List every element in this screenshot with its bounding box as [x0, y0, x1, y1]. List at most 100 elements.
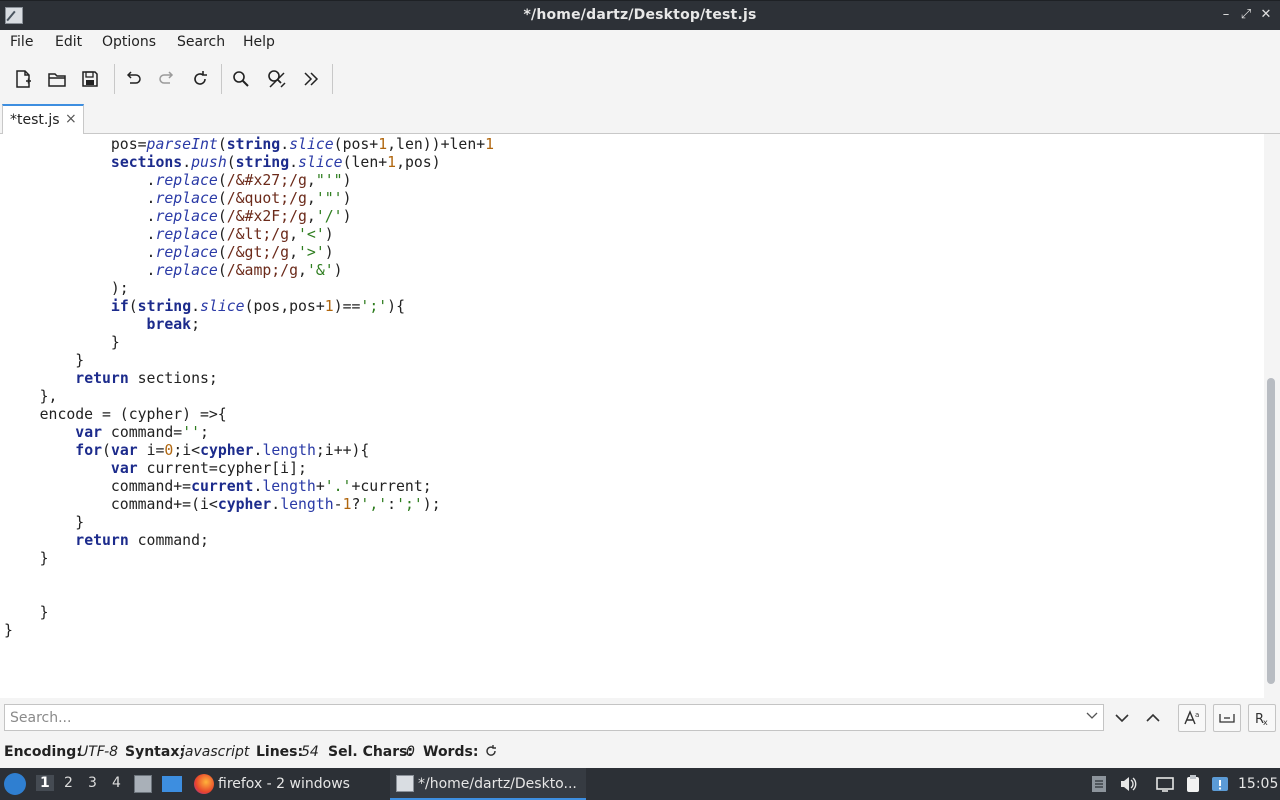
find-replace-icon[interactable] — [264, 66, 290, 92]
vertical-scrollbar[interactable] — [1264, 134, 1280, 698]
code-line[interactable]: if(string.slice(pos,pos+1)==';'){ — [4, 298, 494, 316]
lines-value: 54 — [301, 744, 319, 760]
scrollbar-thumb[interactable] — [1267, 378, 1275, 684]
find-previous-button[interactable] — [1139, 704, 1167, 732]
code-line[interactable] — [4, 568, 494, 586]
code-line[interactable]: } — [4, 352, 494, 370]
code-line[interactable]: break; — [4, 316, 494, 334]
text-editor-icon — [396, 775, 414, 792]
tab-close-icon[interactable]: × — [65, 111, 77, 127]
menu-bar: File Edit Options Search Help — [0, 30, 1280, 56]
regex-icon[interactable]: Rx — [1248, 704, 1276, 732]
notes-icon[interactable] — [1090, 774, 1110, 794]
search-icon[interactable] — [228, 66, 254, 92]
menu-edit[interactable]: Edit — [55, 34, 82, 50]
code-line[interactable]: }, — [4, 388, 494, 406]
code-line[interactable]: } — [4, 622, 494, 640]
task-label: firefox - 2 windows — [218, 776, 350, 792]
tab-label: *test.js — [10, 112, 60, 128]
selchars-label: Sel. Chars: — [328, 744, 414, 760]
code-line[interactable]: } — [4, 334, 494, 352]
window-titlebar[interactable]: */home/dartz/Desktop/test.js – ⤢ ✕ — [0, 0, 1280, 30]
reload-icon[interactable] — [187, 66, 213, 92]
toolbar-separator — [114, 64, 115, 94]
code-line[interactable]: return command; — [4, 532, 494, 550]
search-history-dropdown-icon[interactable] — [1086, 709, 1098, 725]
encoding-value: UTF-8 — [78, 744, 119, 760]
maximize-icon[interactable]: ⤢ — [1238, 6, 1254, 24]
menu-options[interactable]: Options — [102, 34, 156, 50]
lines-label: Lines: — [256, 744, 304, 760]
selchars-value: 0 — [406, 744, 415, 760]
taskbar: 1 2 3 4 firefox - 2 windows */home/dartz… — [0, 768, 1280, 800]
code-line[interactable]: .replace(/&#x27;/g,"'") — [4, 172, 494, 190]
syntax-value: javascript — [181, 744, 250, 760]
code-line[interactable]: for(var i=0;i<cypher.length;i++){ — [4, 442, 494, 460]
code-line[interactable]: .replace(/&amp;/g,'&') — [4, 262, 494, 280]
toolbar-separator — [221, 64, 222, 94]
tab-bar: *test.js × — [0, 102, 1280, 135]
search-input[interactable] — [4, 704, 1104, 731]
save-icon[interactable] — [77, 66, 103, 92]
search-bar: a Rx — [0, 698, 1280, 738]
file-manager-icon[interactable] — [134, 775, 152, 793]
whole-word-icon[interactable] — [1213, 704, 1241, 732]
clock: 15:05 — [1238, 776, 1279, 792]
open-folder-icon[interactable] — [44, 66, 70, 92]
task-label: */home/dartz/Deskto... — [418, 776, 577, 792]
redo-icon[interactable] — [154, 66, 180, 92]
code-line[interactable]: ); — [4, 280, 494, 298]
start-menu-icon[interactable] — [4, 773, 26, 795]
menu-search[interactable]: Search — [177, 34, 225, 50]
code-line[interactable]: } — [4, 514, 494, 532]
code-line[interactable] — [4, 586, 494, 604]
code-line[interactable]: var command=''; — [4, 424, 494, 442]
code-line[interactable]: .replace(/&gt;/g,'>') — [4, 244, 494, 262]
code-editor[interactable]: pos=parseInt(string.slice(pos+1,len))+le… — [0, 134, 1264, 698]
minimize-icon[interactable]: – — [1218, 6, 1234, 24]
find-next-button[interactable] — [1108, 704, 1136, 732]
taskbar-task-editor[interactable]: */home/dartz/Deskto... — [390, 768, 586, 800]
status-bar: Encoding: UTF-8 Syntax: javascript Lines… — [0, 738, 1280, 768]
menu-help[interactable]: Help — [243, 34, 275, 50]
undo-icon[interactable] — [120, 66, 146, 92]
code-line[interactable]: encode = (cypher) =>{ — [4, 406, 494, 424]
code-line[interactable]: pos=parseInt(string.slice(pos+1,len))+le… — [4, 136, 494, 154]
syntax-label: Syntax: — [125, 744, 185, 760]
menu-file[interactable]: File — [10, 34, 33, 50]
code-line[interactable]: command+=(i<cypher.length-1?',':';'); — [4, 496, 494, 514]
code-line[interactable]: sections.push(string.slice(len+1,pos) — [4, 154, 494, 172]
toolbar — [0, 56, 1280, 102]
more-icon[interactable] — [298, 66, 324, 92]
volume-icon[interactable] — [1118, 774, 1138, 794]
svg-text:x: x — [1263, 718, 1268, 727]
tab-test-js[interactable]: *test.js × — [2, 104, 84, 135]
words-label: Words: — [423, 744, 479, 760]
close-icon[interactable]: ✕ — [1258, 6, 1274, 24]
code-line[interactable]: var current=cypher[i]; — [4, 460, 494, 478]
code-line[interactable]: } — [4, 604, 494, 622]
code-line[interactable]: .replace(/&lt;/g,'<') — [4, 226, 494, 244]
workspace-2[interactable]: 2 — [64, 775, 73, 791]
display-icon[interactable] — [1155, 774, 1175, 794]
svg-text:a: a — [1195, 711, 1199, 719]
window-title: */home/dartz/Desktop/test.js — [523, 7, 757, 23]
taskbar-task-firefox[interactable]: firefox - 2 windows — [190, 768, 386, 800]
new-document-icon[interactable] — [10, 66, 36, 92]
update-notifier-icon[interactable] — [1210, 774, 1230, 794]
clipboard-icon[interactable] — [1183, 774, 1203, 794]
toolbar-separator — [332, 64, 333, 94]
code-line[interactable]: return sections; — [4, 370, 494, 388]
code-line[interactable]: .replace(/&#x2F;/g,'/') — [4, 208, 494, 226]
code-content[interactable]: pos=parseInt(string.slice(pos+1,len))+le… — [4, 136, 494, 640]
encoding-label: Encoding: — [4, 744, 82, 760]
workspace-1[interactable]: 1 — [36, 775, 54, 791]
workspace-3[interactable]: 3 — [88, 775, 97, 791]
match-case-icon[interactable]: a — [1178, 704, 1206, 732]
code-line[interactable]: command+=current.length+'.'+current; — [4, 478, 494, 496]
code-line[interactable]: } — [4, 550, 494, 568]
workspace-4[interactable]: 4 — [112, 775, 121, 791]
code-line[interactable]: .replace(/&quot;/g,'"') — [4, 190, 494, 208]
show-desktop-icon[interactable] — [162, 776, 182, 792]
refresh-count-icon[interactable] — [484, 744, 498, 762]
